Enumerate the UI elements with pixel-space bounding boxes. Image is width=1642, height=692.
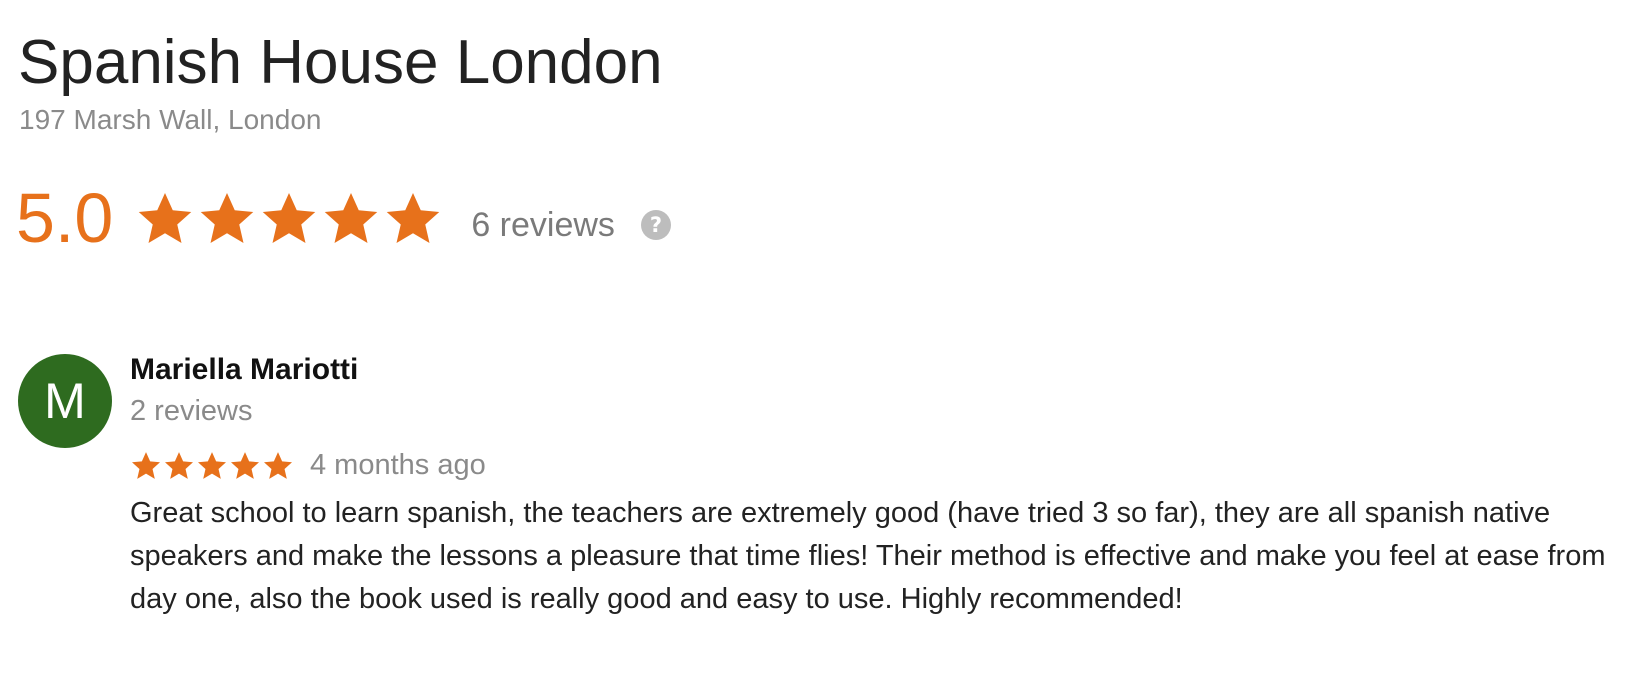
star-icon [201, 193, 254, 243]
review-body: Mariella Mariotti 2 reviews 4 months ago… [130, 352, 1630, 621]
rating-summary: 5.0 6 reviews ? [16, 178, 671, 258]
star-icon [263, 193, 316, 243]
avatar[interactable]: M [18, 354, 112, 448]
review-time: 4 months ago [310, 449, 486, 481]
review-count-link[interactable]: 6 reviews [471, 205, 615, 245]
star-icon [231, 451, 259, 479]
star-icon [132, 451, 160, 479]
rating-stars [135, 189, 443, 247]
review-stars [130, 450, 294, 481]
star-icon [165, 451, 193, 479]
star-icon [264, 451, 292, 479]
business-name: Spanish House London [18, 28, 663, 97]
rating-value: 5.0 [16, 179, 114, 257]
reviewer-review-count: 2 reviews [130, 395, 253, 427]
star-icon [387, 193, 440, 243]
star-icon [139, 193, 192, 243]
review-meta: 4 months ago [130, 446, 1630, 484]
review-text: Great school to learn spanish, the teach… [130, 497, 1606, 615]
business-address: 197 Marsh Wall, London [19, 104, 322, 135]
star-icon [325, 193, 378, 243]
question-circle-icon[interactable]: ? [640, 210, 671, 240]
review-widget: Spanish House London 197 Marsh Wall, Lon… [0, 0, 1642, 692]
star-icon [198, 451, 226, 479]
reviewer-name[interactable]: Mariella Mariotti [130, 352, 1630, 388]
